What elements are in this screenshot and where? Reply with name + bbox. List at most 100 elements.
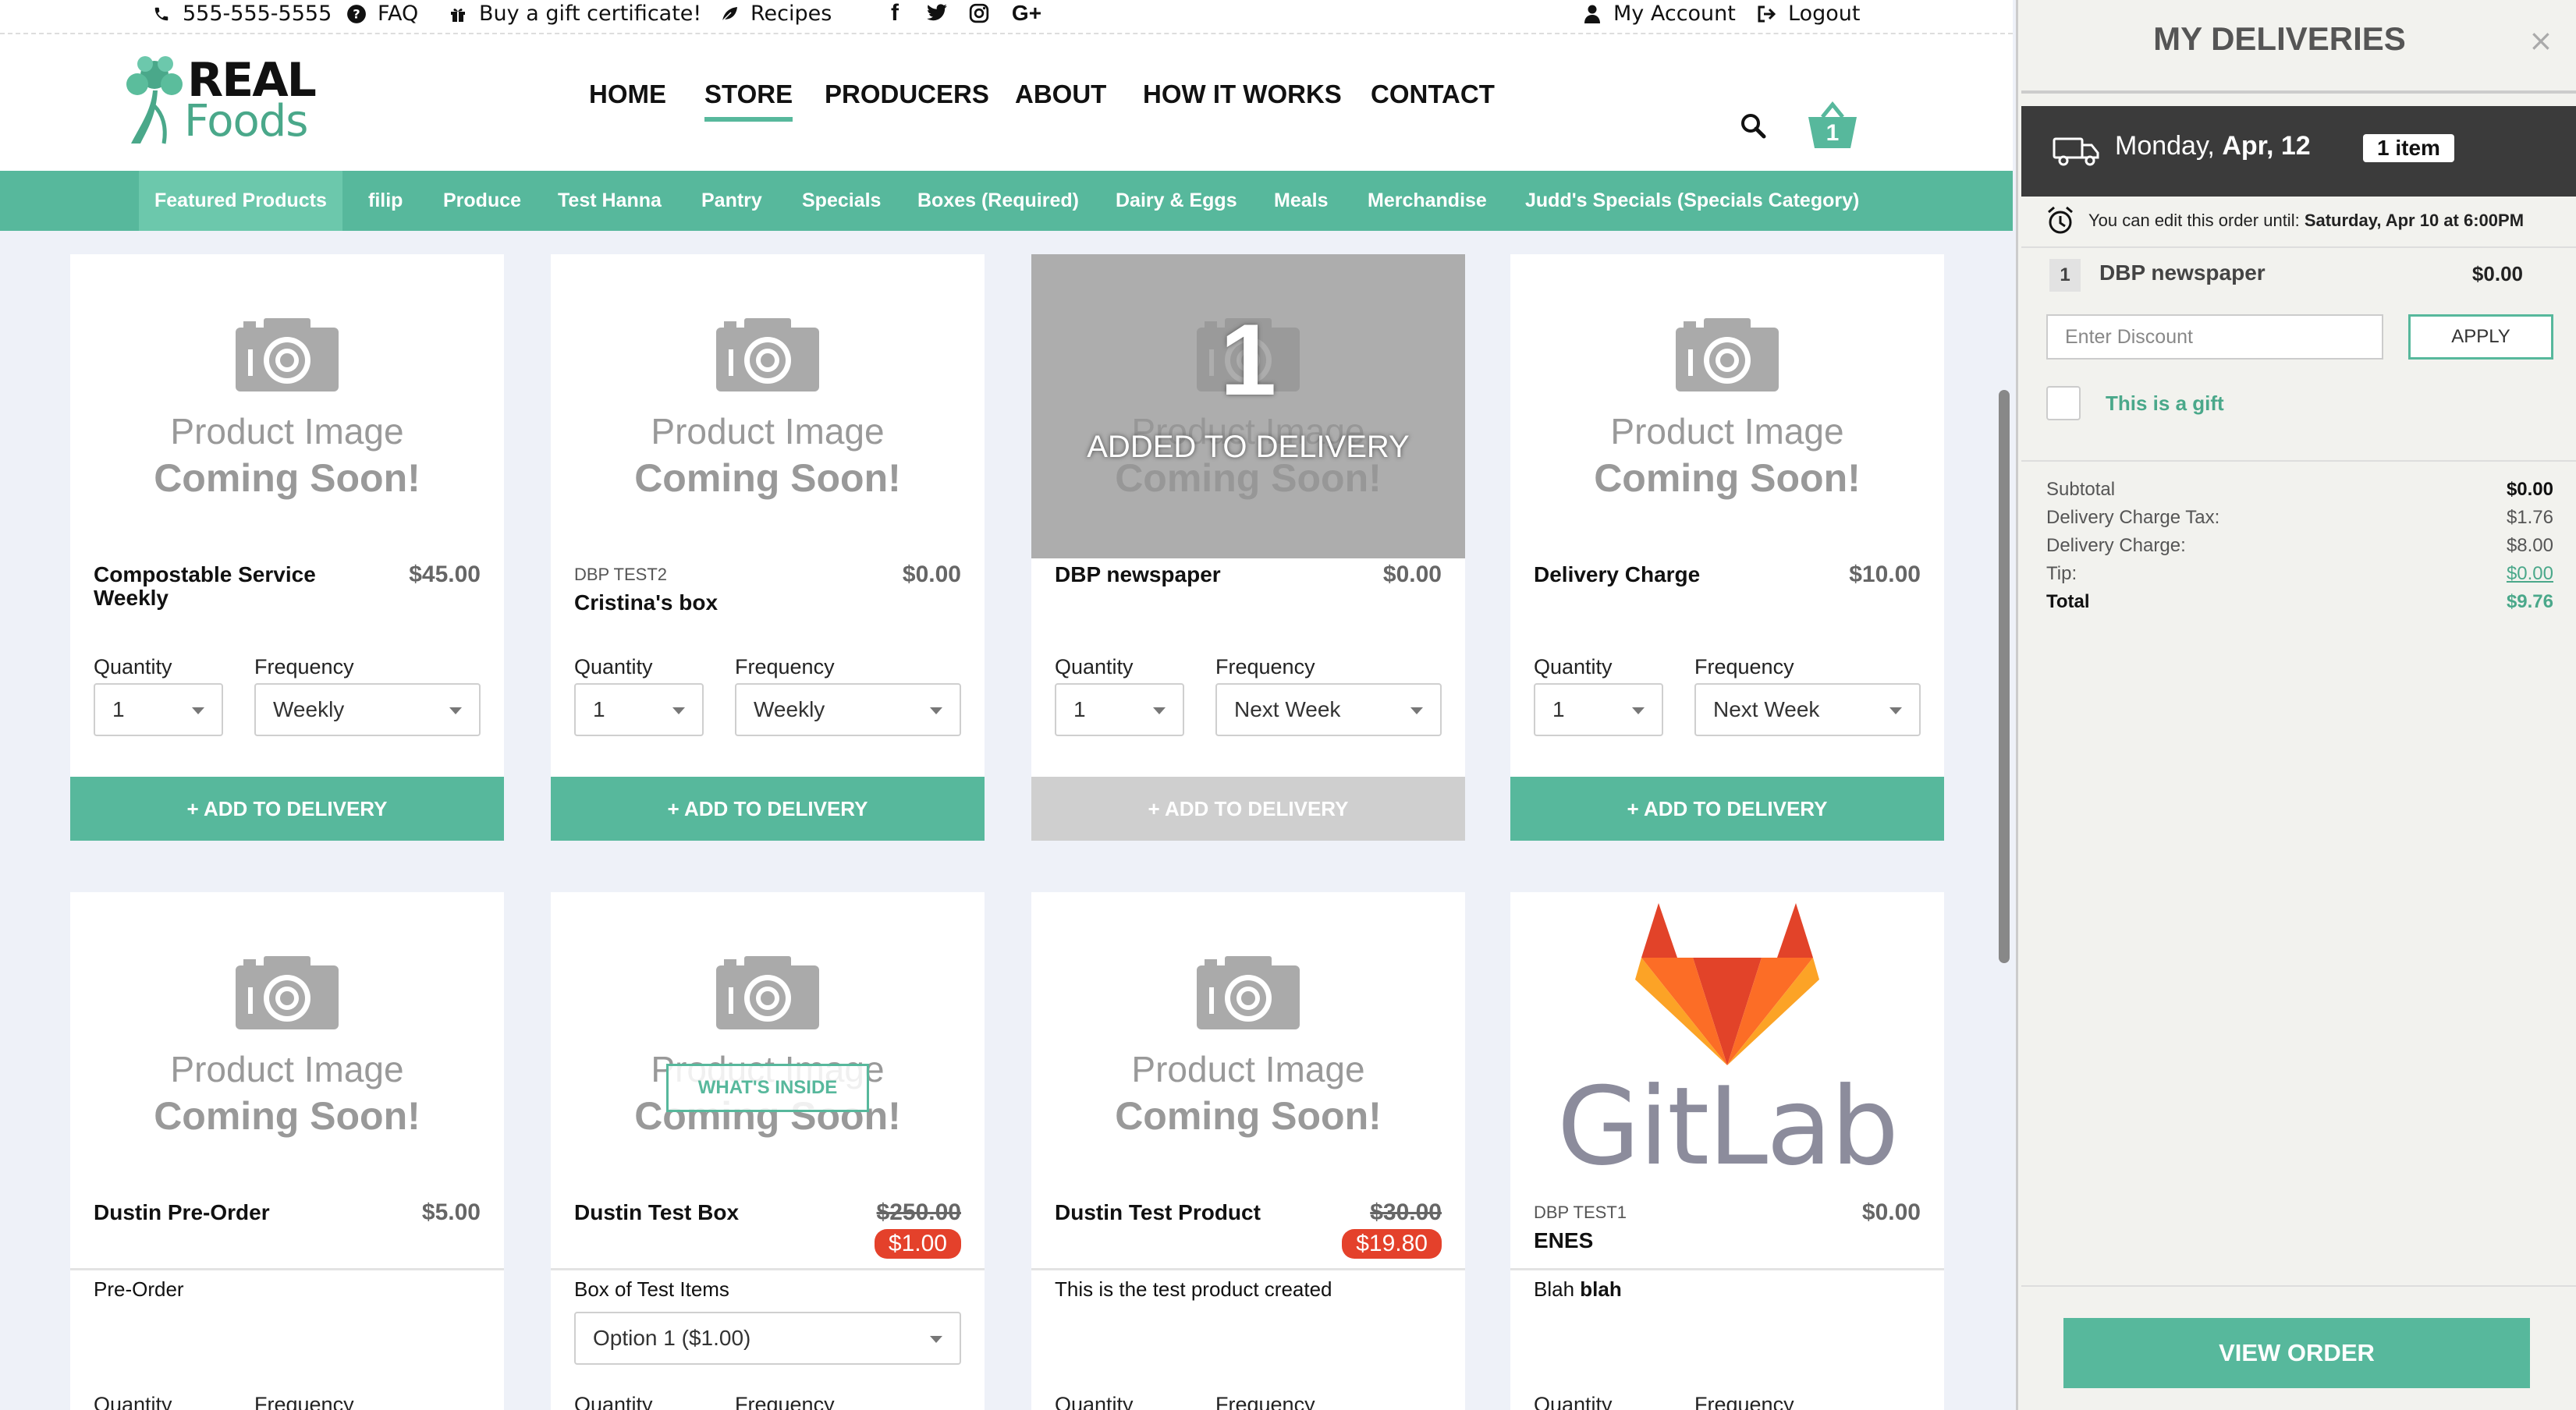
product-name[interactable]: ENES xyxy=(1534,1229,1799,1252)
delivery-date-bar[interactable]: Monday, Apr, 12 1 item xyxy=(2021,106,2576,197)
product-name[interactable]: Delivery Charge xyxy=(1534,563,1799,586)
summary-value: $1.76 xyxy=(2506,507,2553,528)
nav-how-it-works[interactable]: HOW IT WORKS xyxy=(1143,80,1342,109)
product-description-bold: blah xyxy=(1580,1277,1622,1301)
product-image-placeholder[interactable]: Product Image Coming Soon! WHAT'S INSIDE xyxy=(551,892,985,1196)
discount-input[interactable]: Enter Discount xyxy=(2046,314,2383,360)
category-test-hanna[interactable]: Test Hanna xyxy=(542,171,677,231)
add-to-delivery-button[interactable]: + ADD TO DELIVERY xyxy=(1031,777,1465,841)
nav-contact[interactable]: CONTACT xyxy=(1371,80,1495,109)
producer-name[interactable]: DBP TEST1 xyxy=(1534,1203,1627,1223)
frequency-label: Frequency xyxy=(1215,1393,1315,1410)
category-boxes[interactable]: Boxes (Required) xyxy=(902,171,1095,231)
page-scrollbar[interactable] xyxy=(1999,390,2010,963)
chevron-down-icon xyxy=(192,707,204,714)
recipes-link[interactable]: Recipes xyxy=(718,2,832,26)
nav-about[interactable]: ABOUT xyxy=(1015,80,1106,109)
basket-icon[interactable]: 1 xyxy=(1807,101,1858,150)
site-header: REAL Foods HOME STORE PRODUCERS ABOUT HO… xyxy=(0,34,2013,171)
logo-word-foods: Foods xyxy=(184,96,308,147)
quantity-select[interactable]: 1 xyxy=(94,683,223,736)
add-to-delivery-button[interactable]: + ADD TO DELIVERY xyxy=(70,777,504,841)
product-image-placeholder[interactable]: Product Image Coming Soon! 1 ADDED TO DE… xyxy=(1031,254,1465,558)
real-foods-logo[interactable]: REAL Foods xyxy=(117,45,335,151)
product-name[interactable]: Dustin Test Product xyxy=(1055,1201,1320,1224)
product-image-placeholder[interactable]: Product Image Coming Soon! xyxy=(70,254,504,558)
google-plus-icon[interactable]: G+ xyxy=(1009,1,1044,25)
camera-icon xyxy=(1197,956,1300,1029)
tip-link[interactable]: $0.00 xyxy=(2507,563,2553,585)
frequency-value: Next Week xyxy=(1713,697,1820,721)
divider xyxy=(2021,460,2576,462)
add-to-delivery-button[interactable]: + ADD TO DELIVERY xyxy=(551,777,985,841)
delivery-weekday: Monday, xyxy=(2115,131,2223,161)
product-image-placeholder[interactable]: Product Image Coming Soon! xyxy=(70,892,504,1196)
quantity-value: 1 xyxy=(1552,697,1565,721)
phone-icon xyxy=(150,2,173,26)
frequency-select[interactable]: Next Week xyxy=(1215,683,1442,736)
summary-delivery-tax: Delivery Charge Tax: $1.76 xyxy=(2046,507,2553,529)
category-specials[interactable]: Specials xyxy=(786,171,896,231)
search-icon[interactable] xyxy=(1740,112,1768,140)
quantity-select[interactable]: 1 xyxy=(574,683,704,736)
box-option-select[interactable]: Option 1 ($1.00) xyxy=(574,1312,961,1365)
product-name[interactable]: Compostable Service Weekly xyxy=(94,563,351,610)
nav-producers[interactable]: PRODUCERS xyxy=(825,80,989,109)
quantity-select[interactable]: 1 xyxy=(1534,683,1663,736)
faq-link[interactable]: ? FAQ xyxy=(345,2,418,26)
quantity-label: Quantity xyxy=(1055,1393,1134,1410)
chevron-down-icon xyxy=(449,707,462,714)
summary-label: Delivery Charge Tax: xyxy=(2046,507,2220,528)
product-image[interactable]: GitLab xyxy=(1510,892,1944,1196)
view-order-button[interactable]: VIEW ORDER xyxy=(2063,1318,2530,1388)
category-filip[interactable]: filip xyxy=(353,171,418,231)
logout-link[interactable]: Logout xyxy=(1755,2,1860,26)
sale-price-badge: $19.80 xyxy=(1342,1229,1442,1259)
product-name[interactable]: DBP newspaper xyxy=(1055,563,1320,586)
divider xyxy=(1510,1268,1944,1270)
category-merchandise[interactable]: Merchandise xyxy=(1352,171,1503,231)
frequency-select[interactable]: Next Week xyxy=(1694,683,1921,736)
product-name[interactable]: Dustin Pre-Order xyxy=(94,1201,359,1224)
tree-logo-icon xyxy=(126,56,183,144)
category-meals[interactable]: Meals xyxy=(1258,171,1343,231)
product-name[interactable]: Dustin Test Box xyxy=(574,1201,839,1224)
product-image-placeholder[interactable]: Product Image Coming Soon! xyxy=(1031,892,1465,1196)
producer-name[interactable]: DBP TEST2 xyxy=(574,565,667,585)
whats-inside-button[interactable]: WHAT'S INSIDE xyxy=(666,1064,869,1112)
category-judds-specials[interactable]: Judd's Specials (Specials Category) xyxy=(1510,171,1875,231)
category-bar: Featured Products filip Produce Test Han… xyxy=(0,171,2013,231)
apply-discount-button[interactable]: APPLY xyxy=(2408,314,2553,360)
category-pantry[interactable]: Pantry xyxy=(686,171,778,231)
frequency-select[interactable]: Weekly xyxy=(254,683,481,736)
twitter-icon[interactable] xyxy=(925,2,949,25)
category-produce[interactable]: Produce xyxy=(428,171,537,231)
phone-link[interactable]: 555-555-5555 xyxy=(150,2,332,26)
instagram-icon[interactable] xyxy=(967,2,991,25)
product-description: Box of Test Items xyxy=(574,1277,729,1301)
add-to-delivery-button[interactable]: + ADD TO DELIVERY xyxy=(1510,777,1944,841)
placeholder-text: Product Image xyxy=(1131,1049,1365,1089)
nav-store[interactable]: STORE xyxy=(704,80,793,122)
gift-certificate-link[interactable]: Buy a gift certificate! xyxy=(446,2,701,26)
frequency-select[interactable]: Weekly xyxy=(735,683,961,736)
logout-icon xyxy=(1755,2,1779,26)
edit-deadline: Saturday, Apr 10 at 6:00PM xyxy=(2304,211,2525,230)
close-icon[interactable]: × xyxy=(2528,23,2553,58)
category-dairy-eggs[interactable]: Dairy & Eggs xyxy=(1100,171,1253,231)
placeholder-text: Product Image xyxy=(1610,411,1844,452)
frequency-label: Frequency xyxy=(254,1393,354,1410)
product-image-placeholder[interactable]: Product Image Coming Soon! xyxy=(1510,254,1944,558)
product-image-placeholder[interactable]: Product Image Coming Soon! xyxy=(551,254,985,558)
product-name[interactable]: Cristina's box xyxy=(574,591,839,615)
summary-value: $8.00 xyxy=(2506,535,2553,556)
category-featured-products[interactable]: Featured Products xyxy=(139,171,342,231)
line-item-quantity[interactable]: 1 xyxy=(2049,259,2081,292)
gift-checkbox[interactable] xyxy=(2046,386,2081,420)
quantity-select[interactable]: 1 xyxy=(1055,683,1184,736)
facebook-icon[interactable]: f xyxy=(883,0,907,26)
gift-checkbox-label[interactable]: This is a gift xyxy=(2106,391,2224,416)
my-account-link[interactable]: My Account xyxy=(1581,2,1736,26)
placeholder-text-bold: Coming Soon! xyxy=(1594,456,1861,500)
nav-home[interactable]: HOME xyxy=(589,80,666,109)
